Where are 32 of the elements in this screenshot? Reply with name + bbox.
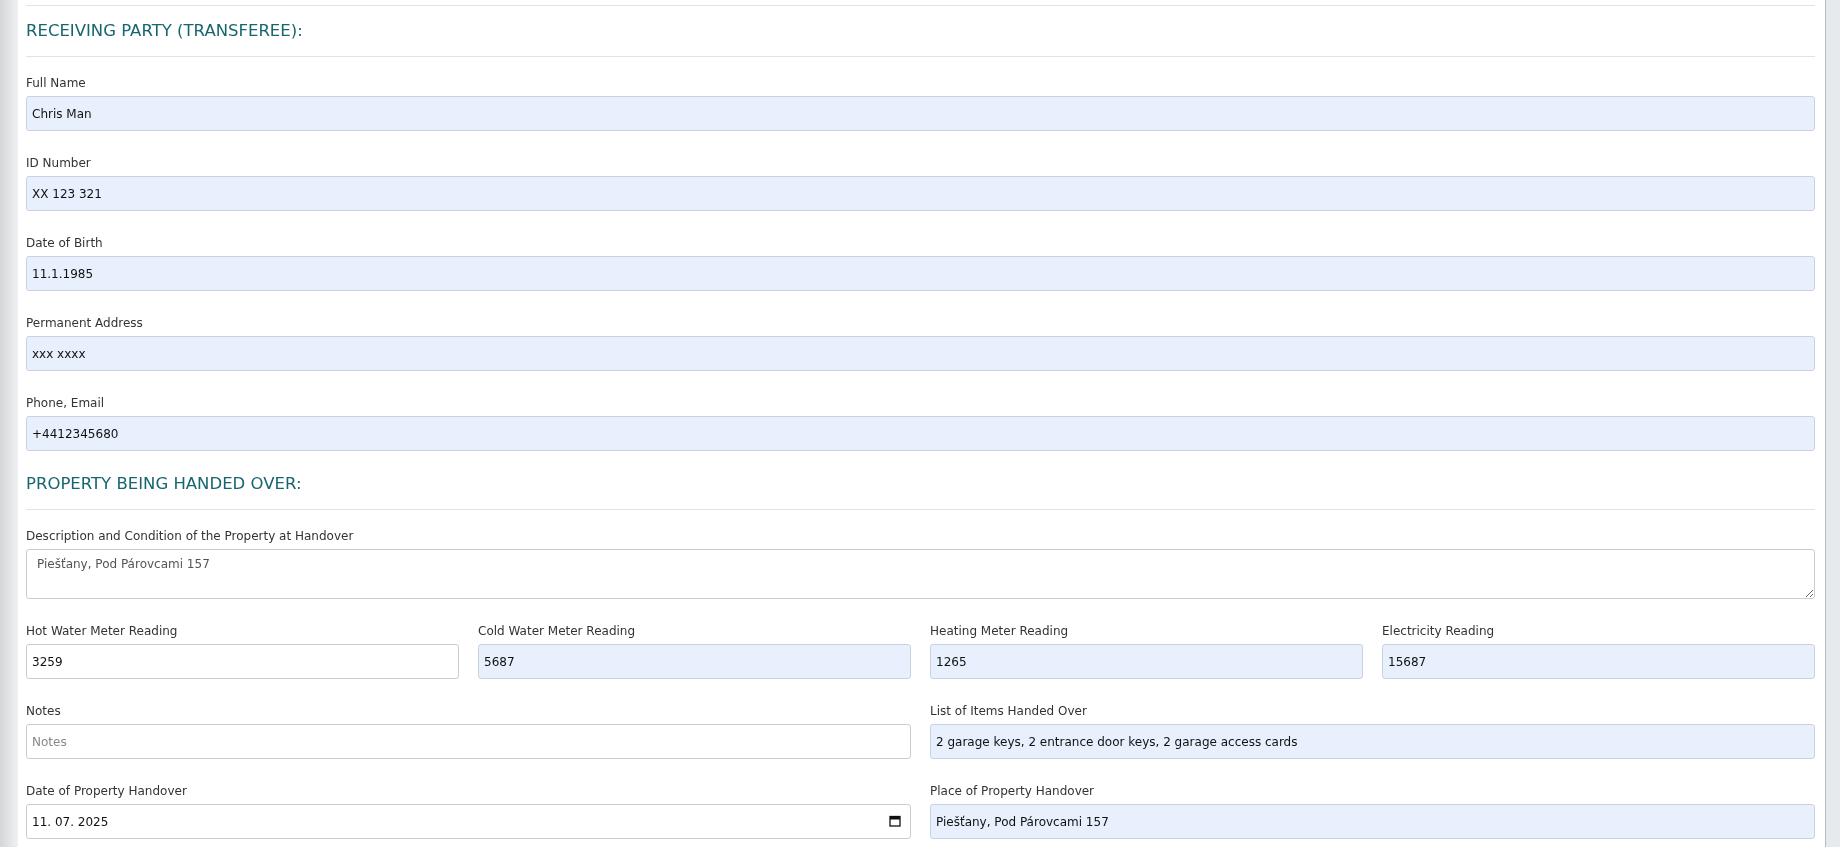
text-area[interactable]: Piešťany, Pod Párovcami 157 [26, 549, 1815, 599]
input-field[interactable]: Notes [26, 724, 911, 759]
field-label: Permanent Address [26, 315, 144, 331]
field-label: Cold Water Meter Reading [478, 623, 637, 639]
input-field[interactable]: 3259 [26, 644, 459, 679]
field-label: Hot Water Meter Reading [26, 623, 179, 639]
field-label: Phone, Email [26, 395, 106, 411]
field-label: Date of Property Handover [26, 783, 188, 799]
input-field[interactable]: +4412345680 [26, 416, 1815, 451]
field-label: Heating Meter Reading [930, 623, 1070, 639]
field-label: Full Name [26, 75, 87, 91]
date-field[interactable]: 11. 07. 2025 [26, 804, 911, 839]
field-label: Electricity Reading [1382, 623, 1496, 639]
field-label: Description and Condition of the Property at Handover [26, 528, 355, 544]
field-label: ID Number [26, 155, 92, 171]
input-field[interactable]: Chris Man [26, 96, 1815, 131]
field-label: List of Items Handed Over [930, 703, 1088, 719]
field-label: Place of Property Handover [930, 783, 1096, 799]
field-label: Notes [26, 703, 62, 719]
calendar-icon[interactable] [889, 815, 901, 827]
input-field[interactable]: 1265 [930, 644, 1363, 679]
input-field[interactable]: 5687 [478, 644, 911, 679]
input-field[interactable]: XX 123 321 [26, 176, 1815, 211]
input-field[interactable]: 2 garage keys, 2 entrance door keys, 2 garage access cards [930, 724, 1815, 759]
section-heading: PROPERTY BEING HANDED OVER: [26, 459, 1815, 510]
input-field[interactable]: xxx xxxx [26, 336, 1815, 371]
scrollbar-track[interactable] [1825, 0, 1840, 847]
field-label: Date of Birth [26, 235, 104, 251]
input-field[interactable]: 15687 [1382, 644, 1815, 679]
section-heading: RECEIVING PARTY (TRANSFEREE): [26, 6, 1815, 57]
input-field[interactable]: 11.1.1985 [26, 256, 1815, 291]
input-field[interactable]: Piešťany, Pod Párovcami 157 [930, 804, 1815, 839]
